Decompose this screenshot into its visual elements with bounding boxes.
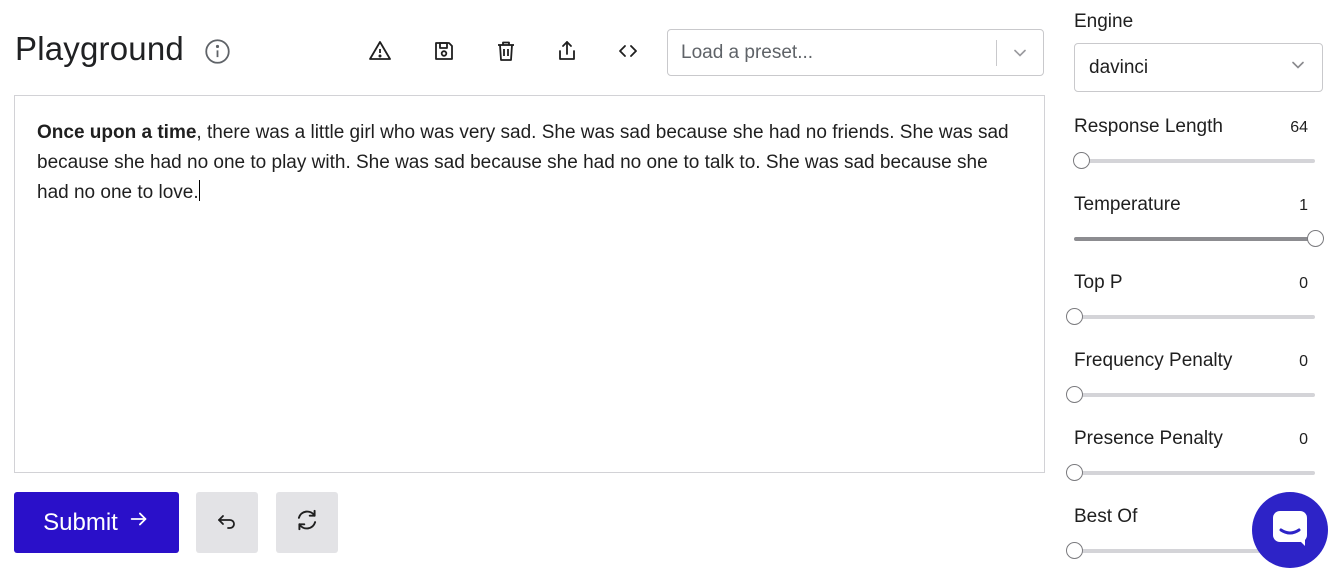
temperature-slider[interactable] [1074, 237, 1315, 241]
prompt-editor[interactable]: Once upon a time, there was a little gir… [14, 95, 1045, 473]
save-icon[interactable] [429, 36, 459, 66]
refresh-icon [294, 507, 320, 538]
info-icon[interactable] [204, 38, 231, 65]
temperature-slider-thumb[interactable] [1307, 230, 1324, 247]
code-icon[interactable] [613, 36, 643, 66]
arrow-right-icon [128, 508, 150, 537]
presence-penalty-label: Presence Penalty [1074, 428, 1223, 449]
response-length-label: Response Length [1074, 116, 1223, 137]
chat-launcher-button[interactable] [1252, 492, 1328, 568]
response-length-value: 64 [1290, 119, 1308, 136]
frequency-penalty-slider-thumb[interactable] [1066, 386, 1083, 403]
chat-icon [1270, 508, 1310, 553]
top-p-slider[interactable] [1074, 315, 1315, 319]
presence-penalty-slider-thumb[interactable] [1066, 464, 1083, 481]
text-caret [198, 180, 200, 201]
temperature-label: Temperature [1074, 194, 1181, 215]
engine-select[interactable]: davinci [1074, 43, 1323, 92]
engine-label: Engine [1074, 11, 1134, 32]
preset-select[interactable]: Load a preset... [667, 29, 1044, 76]
response-length-slider[interactable] [1074, 159, 1315, 163]
response-length-slider-thumb[interactable] [1073, 152, 1090, 169]
regenerate-button[interactable] [276, 492, 338, 553]
top-p-slider-thumb[interactable] [1066, 308, 1083, 325]
submit-button[interactable]: Submit [14, 492, 179, 553]
frequency-penalty-label: Frequency Penalty [1074, 350, 1233, 371]
top-p-label: Top P [1074, 272, 1123, 293]
submit-label: Submit [43, 508, 118, 536]
chevron-down-icon[interactable] [997, 43, 1043, 63]
share-icon[interactable] [552, 36, 582, 66]
preset-placeholder: Load a preset... [681, 41, 814, 63]
presence-penalty-value: 0 [1299, 431, 1308, 448]
best-of-label: Best Of [1074, 506, 1138, 527]
presence-penalty-slider[interactable] [1074, 471, 1315, 475]
warning-icon[interactable] [365, 36, 395, 66]
page-title: Playground [15, 30, 184, 67]
top-p-value: 0 [1299, 275, 1308, 292]
prompt-bold-text: Once upon a time [37, 122, 197, 143]
chevron-down-icon [1288, 55, 1308, 81]
best-of-slider-thumb[interactable] [1066, 542, 1083, 559]
undo-button[interactable] [196, 492, 258, 553]
frequency-penalty-slider[interactable] [1074, 393, 1315, 397]
trash-icon[interactable] [491, 36, 521, 66]
temperature-value: 1 [1299, 197, 1308, 214]
undo-icon [215, 508, 239, 537]
engine-value: davinci [1089, 56, 1149, 78]
frequency-penalty-value: 0 [1299, 353, 1308, 370]
